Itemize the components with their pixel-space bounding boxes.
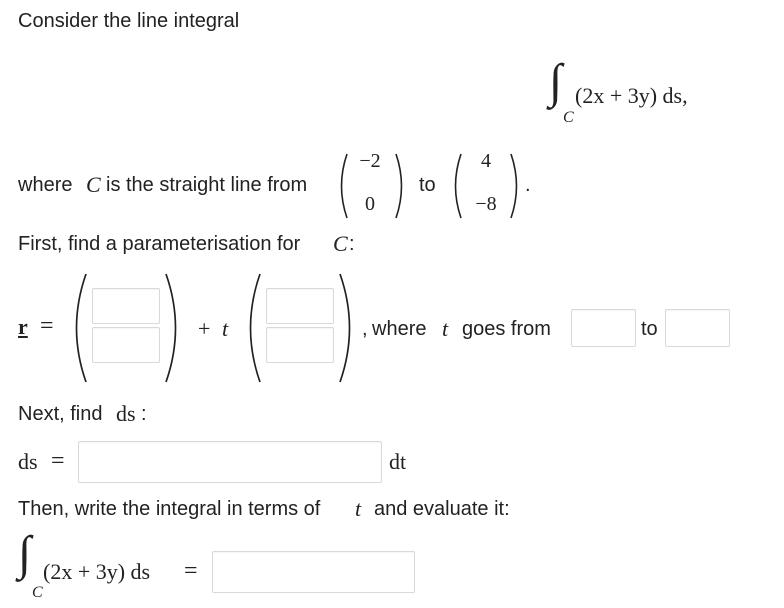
start-point-bottom: 0	[365, 193, 375, 215]
intro-text: Consider the line integral	[18, 10, 240, 32]
t-end-input[interactable]	[665, 309, 730, 347]
start-vector-left-paren	[340, 153, 348, 219]
final-equals: =	[184, 558, 198, 584]
integral-value-input[interactable]	[212, 551, 415, 593]
t-start-input[interactable]	[571, 309, 636, 347]
end-vector-right-paren	[510, 153, 518, 219]
final-integral-sign: ∫	[18, 527, 32, 580]
r0-right-paren	[165, 273, 177, 383]
direction-bottom-input[interactable]	[266, 327, 334, 363]
integrand: (2x + 3y) ds,	[575, 83, 688, 108]
step1-colon: :	[349, 233, 355, 255]
step2-text: Next, find	[18, 403, 103, 425]
step3-text: Then, write the integral in terms of	[18, 498, 321, 520]
curve-name: C	[86, 172, 101, 197]
r0-bottom-input[interactable]	[92, 327, 160, 363]
t-variable: t	[222, 316, 229, 341]
start-vector-right-paren	[395, 153, 403, 219]
sentence-period: .	[525, 174, 531, 196]
t-range-to: to	[641, 318, 658, 340]
where-text: where	[372, 318, 427, 340]
where-label: where	[18, 174, 73, 196]
step3-text-end: and evaluate it:	[374, 498, 510, 520]
direction-right-paren	[339, 273, 351, 383]
direction-top-input[interactable]	[266, 288, 334, 324]
r-vector-label: r	[18, 314, 28, 339]
ds-input[interactable]	[78, 441, 382, 483]
step2-ds: ds	[116, 401, 136, 426]
t-range-variable: t	[442, 316, 449, 341]
end-point-top: 4	[481, 150, 491, 172]
line-description-text: is the straight line from	[106, 174, 308, 196]
step1-curve: C	[333, 231, 348, 256]
integral-subscript: C	[563, 109, 574, 126]
param-comma: ,	[362, 318, 368, 340]
goes-from-text: goes from	[462, 318, 551, 340]
final-integrand: (2x + 3y) ds	[43, 559, 151, 584]
plus-sign: +	[198, 316, 211, 341]
start-point-top: −2	[359, 150, 381, 172]
integral-sign: ∫	[549, 55, 563, 108]
direction-left-paren	[249, 273, 261, 383]
r0-top-input[interactable]	[92, 288, 160, 324]
step3-t: t	[355, 496, 362, 521]
step1-text: First, find a parameterisation for	[18, 233, 301, 255]
step2-colon: :	[141, 403, 147, 425]
dt-label: dt	[389, 449, 407, 474]
to-label: to	[419, 174, 436, 196]
final-integral-subscript: C	[32, 584, 43, 601]
param-equals: =	[40, 313, 54, 339]
end-vector-left-paren	[454, 153, 462, 219]
r0-left-paren	[75, 273, 87, 383]
ds-label: ds	[18, 449, 38, 474]
ds-equals: =	[51, 448, 65, 474]
end-point-bottom: −8	[475, 193, 497, 215]
